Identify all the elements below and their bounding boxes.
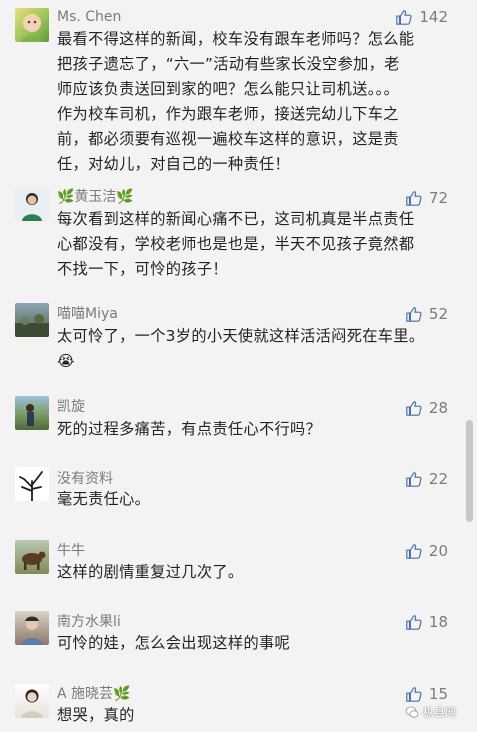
- like-count: 15: [428, 685, 448, 703]
- ink-tree-icon: [19, 471, 43, 501]
- like-button[interactable]: 142: [395, 7, 448, 27]
- like-button[interactable]: 72: [405, 188, 448, 208]
- comment-text: 每次看到这样的新闻心痛不已，这司机真是半点责任 心都没有，学校老师也是也是，半天…: [57, 210, 415, 278]
- comment-author[interactable]: A 施晓芸🌿: [57, 685, 130, 703]
- comment-text: 毫无责任心。: [57, 490, 151, 508]
- thumbs-up-icon: [406, 687, 422, 702]
- avatar[interactable]: [15, 684, 49, 718]
- like-count: 72: [428, 189, 448, 207]
- comment-author[interactable]: 喵喵Miya: [57, 305, 118, 323]
- comment-text: 死的过程多痛苦，有点责任心不行吗？: [57, 420, 322, 438]
- like-count: 18: [428, 613, 448, 631]
- thumbs-up-icon: [406, 472, 422, 487]
- portrait-photo-icon: [21, 616, 43, 645]
- comment-author[interactable]: 🌿黄玉洁🌿: [57, 188, 134, 206]
- like-button[interactable]: 52: [405, 304, 448, 324]
- thumbs-up-icon: [406, 401, 422, 416]
- avatar[interactable]: [15, 8, 49, 42]
- comment-author[interactable]: 凯旋: [57, 398, 85, 416]
- avatar[interactable]: [15, 540, 49, 574]
- comment-text: 最看不得这样的新闻，校车没有跟车老师吗？怎么能 把孩子遗忘了，“六一”活动有些家…: [57, 30, 415, 173]
- comment-author[interactable]: Ms. Chen: [57, 8, 121, 26]
- like-button[interactable]: 20: [405, 541, 448, 561]
- like-count: 142: [419, 8, 448, 26]
- watermark: 枞县网: [405, 704, 456, 720]
- like-count: 22: [428, 470, 448, 488]
- comment-text: 可怜的娃，怎么会出现这样的事呢: [57, 634, 291, 652]
- scrollbar-thumb[interactable]: [466, 420, 473, 522]
- like-button[interactable]: 15: [405, 684, 448, 704]
- like-count: 52: [428, 305, 448, 323]
- avatar[interactable]: [15, 396, 49, 430]
- like-button[interactable]: 22: [405, 469, 448, 489]
- comment-author[interactable]: 牛牛: [57, 542, 85, 560]
- thumbs-up-icon: [396, 10, 412, 25]
- landscape-photo-icon: [15, 314, 49, 337]
- like-button[interactable]: 18: [405, 612, 448, 632]
- comment-text: 这样的剧情重复过几次了。: [57, 563, 244, 581]
- like-button[interactable]: 28: [405, 398, 448, 418]
- person-photo-icon: [22, 193, 42, 221]
- comment-text: 太可怜了，一个3岁的小天使就这样活活闷死在车里。 😭: [57, 327, 425, 370]
- comment-author[interactable]: 没有资料: [57, 470, 113, 488]
- girl-photo-icon: [21, 689, 43, 718]
- avatar[interactable]: [15, 611, 49, 645]
- avatar[interactable]: [15, 303, 49, 337]
- like-count: 20: [428, 542, 448, 560]
- thumbs-up-icon: [406, 615, 422, 630]
- watermark-label: 枞县网: [423, 706, 456, 719]
- baby-photo-icon: [21, 14, 43, 42]
- comment-author[interactable]: 南方水果li: [57, 613, 121, 631]
- thumbs-up-icon: [406, 544, 422, 559]
- wechat-icon: [405, 706, 419, 718]
- person-outdoor-photo-icon: [26, 404, 34, 426]
- like-count: 28: [428, 399, 448, 417]
- cattle-photo-icon: [22, 551, 46, 570]
- avatar[interactable]: [15, 467, 49, 501]
- thumbs-up-icon: [406, 191, 422, 206]
- thumbs-up-icon: [406, 307, 422, 322]
- comment-text: 想哭，真的: [57, 706, 135, 724]
- avatar[interactable]: [15, 187, 49, 221]
